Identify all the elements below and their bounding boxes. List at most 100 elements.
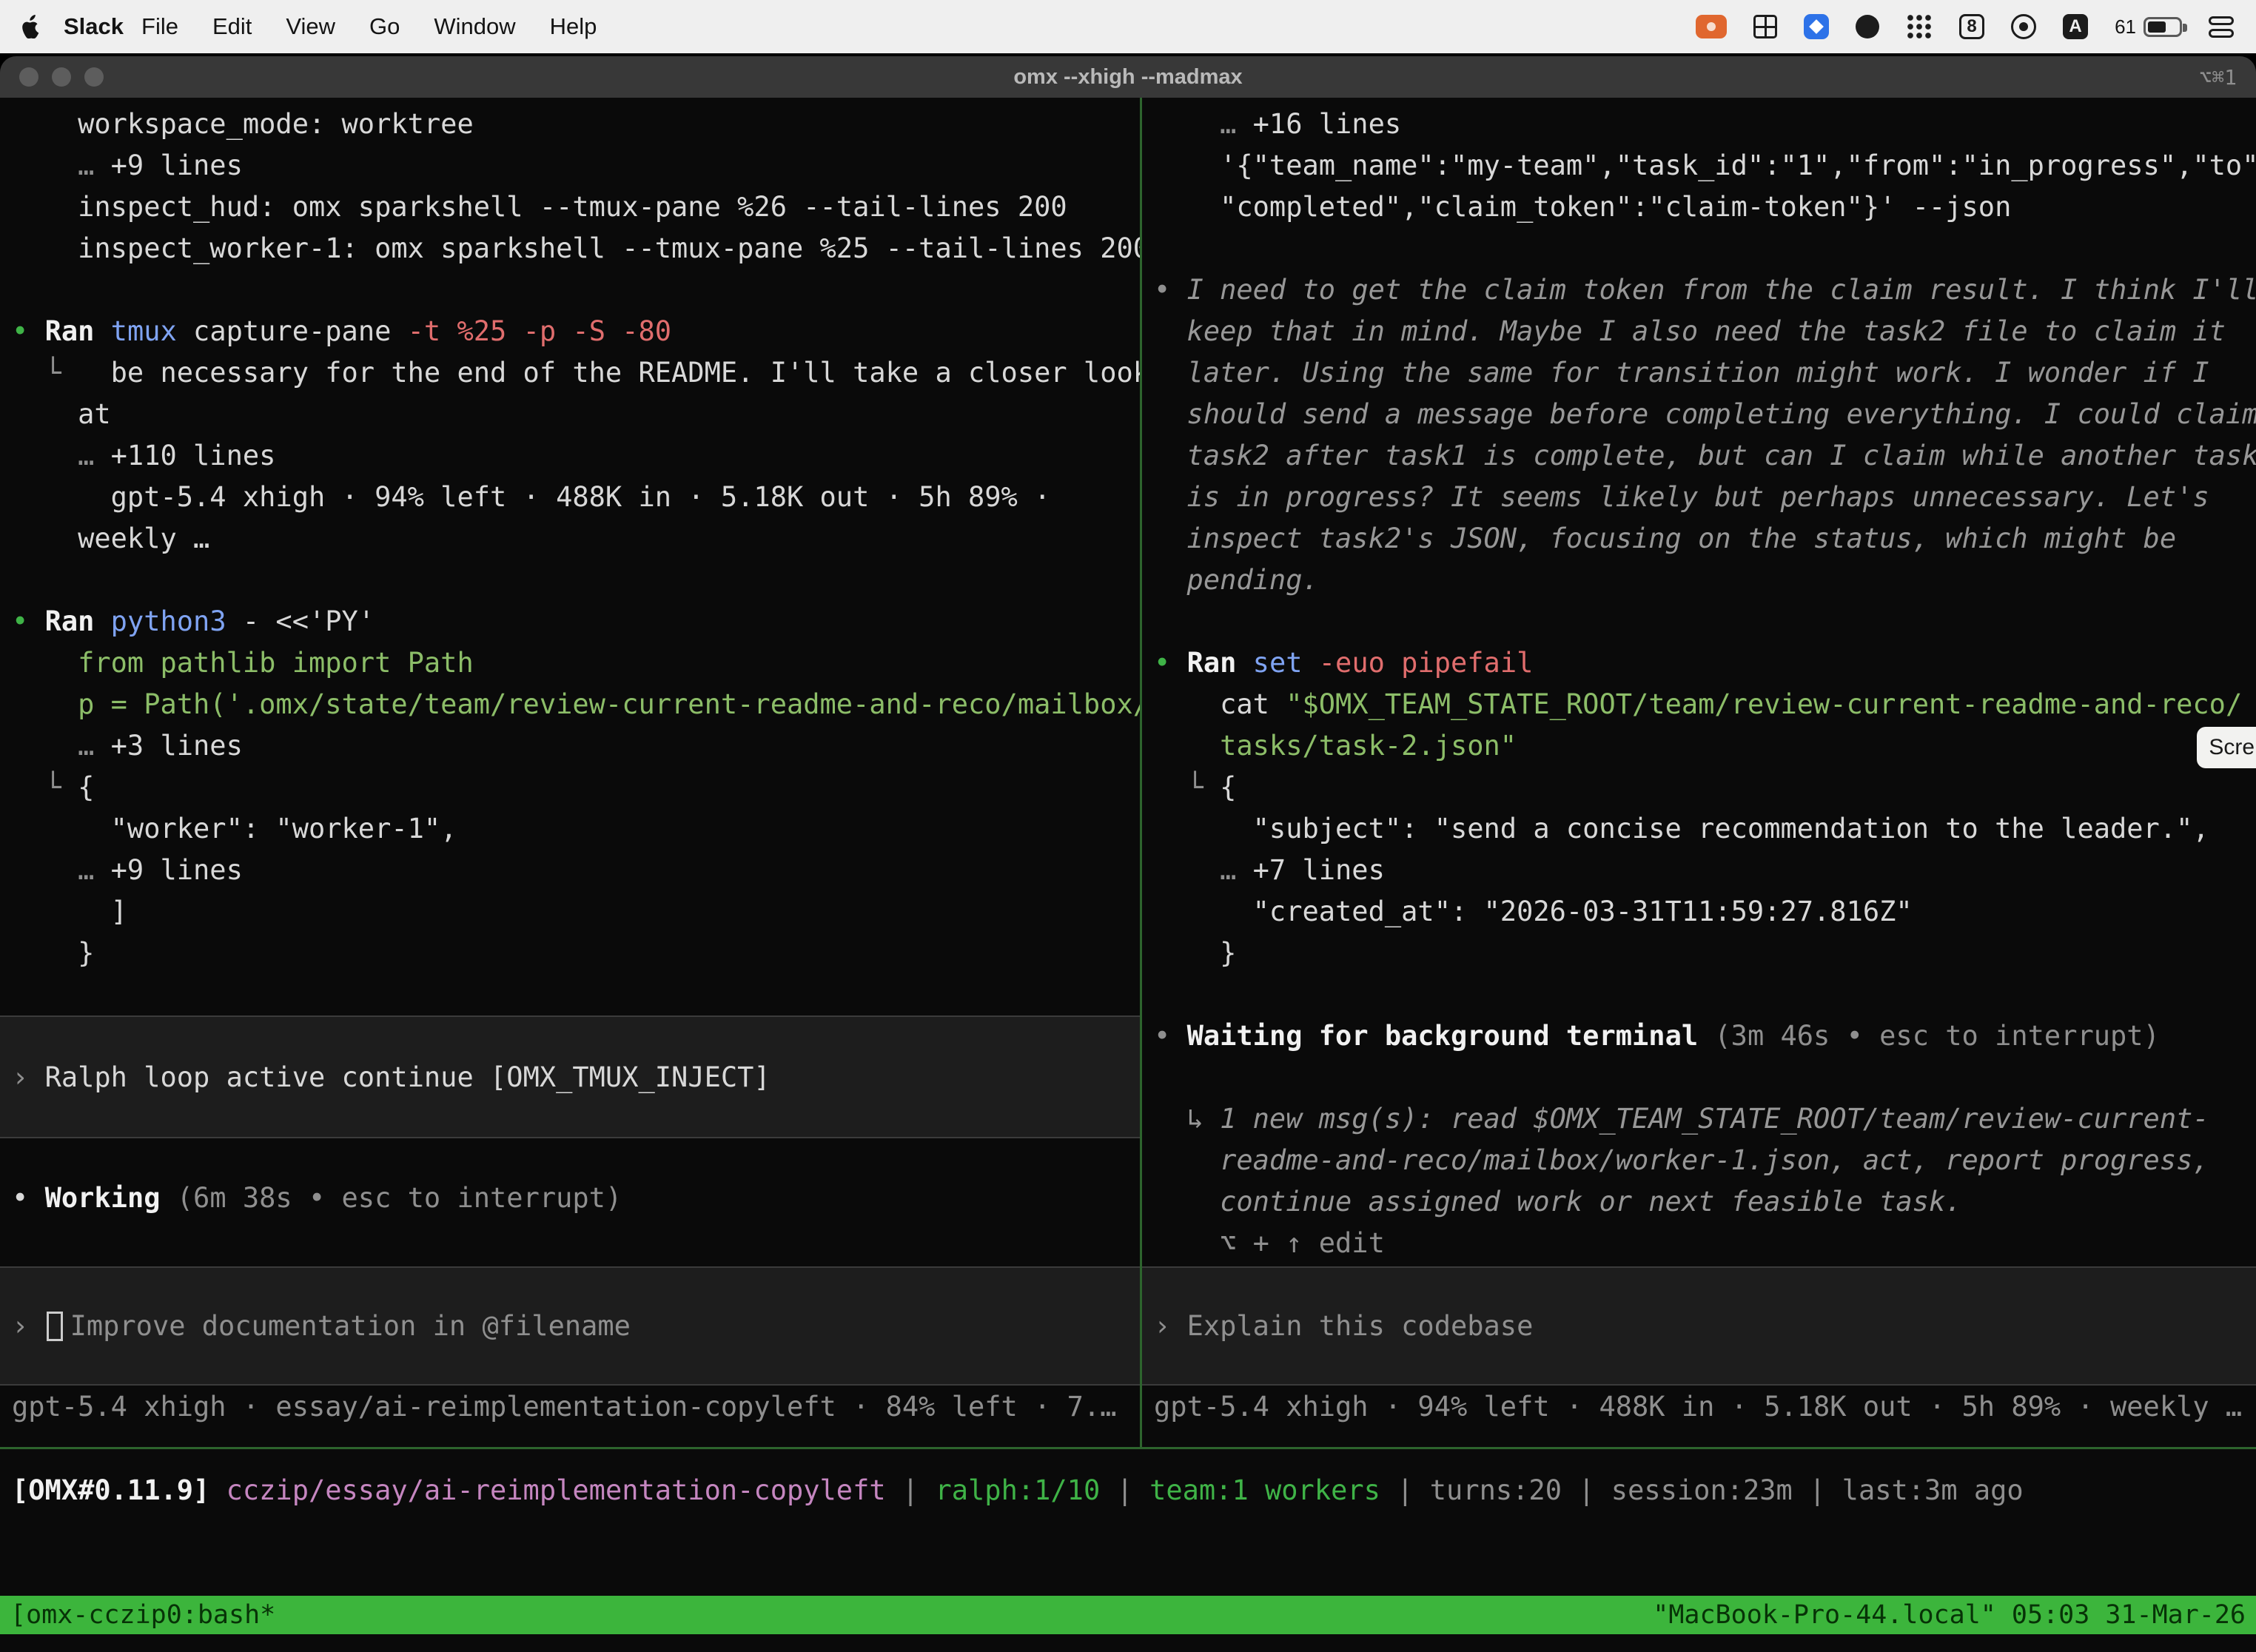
apple-icon — [22, 15, 41, 38]
terminal-line: ⌥ + ↑ edit — [1154, 1223, 2256, 1264]
text-segment: task2 after task1 is complete, but can I… — [1154, 440, 2256, 471]
terminal-line: } — [1154, 933, 2256, 974]
text-segment: Ran — [1187, 647, 1237, 679]
text-segment: at — [12, 398, 111, 430]
menu-item-edit[interactable]: Edit — [212, 13, 252, 40]
model-status-left: gpt-5.4 xhigh · essay/ai-reimplementatio… — [12, 1386, 1116, 1428]
text-segment: Ran — [45, 315, 95, 347]
text-segment: set — [1253, 647, 1303, 679]
text-segment: p = Path('.omx/state/team/review-current… — [12, 688, 1140, 720]
text-segment: • — [1154, 647, 1187, 679]
text-segment: inspect_worker-1: omx sparkshell --tmux-… — [12, 232, 1140, 264]
battery-percent: 61 — [2115, 16, 2136, 38]
terminal-line: inspect_hud: omx sparkshell --tmux-pane … — [12, 187, 1140, 228]
camera-lens — [2019, 22, 2028, 31]
blue-app-icon[interactable] — [1804, 14, 1829, 39]
inject-banner: › Ralph loop active continue [OMX_TMUX_I… — [0, 1015, 1140, 1138]
menu-item-file[interactable]: File — [141, 13, 178, 40]
terminal-line — [1154, 601, 2256, 642]
terminal-window: omx --xhigh --madmax ⌥⌘1 workspace_mode:… — [0, 56, 2256, 1652]
text-segment: ralph:1/10 — [935, 1474, 1100, 1506]
text-segment: +110 lines — [111, 440, 276, 471]
tmux-pane-right[interactable]: … +16 lines '{"team_name":"my-team","tas… — [1142, 98, 2256, 1447]
text-segment: … — [1154, 854, 1253, 886]
camera-icon[interactable] — [2011, 14, 2036, 39]
battery-indicator[interactable]: 61 — [2115, 16, 2182, 38]
grid-icon[interactable] — [1753, 15, 1777, 38]
terminal-line: … +16 lines — [1154, 104, 2256, 145]
text-segment: tasks/task-2.json" — [1154, 730, 1517, 762]
text-segment: } — [12, 937, 94, 969]
app-badge-8-icon[interactable]: 8 — [1959, 14, 1984, 39]
text-segment: … — [12, 440, 111, 471]
menu-item-window[interactable]: Window — [434, 13, 515, 40]
terminal-line: should send a message before completing … — [1154, 394, 2256, 435]
omx-status-bar: [OMX#0.11.9] cczip/essay/ai-reimplementa… — [12, 1470, 2024, 1511]
terminal-line: later. Using the same for transition mig… — [1154, 352, 2256, 394]
terminal-line: └ { — [1154, 767, 2256, 808]
terminal-line: readme-and-reco/mailbox/worker-1.json, a… — [1154, 1140, 2256, 1181]
dark-app-icon[interactable] — [1856, 15, 1879, 38]
prompt-input-left[interactable]: › Improve documentation in @filename — [0, 1266, 1140, 1386]
text-segment: Ran — [45, 605, 95, 637]
text-segment: • — [12, 1182, 45, 1214]
text-segment: • — [1154, 1020, 1187, 1052]
window-titlebar[interactable]: omx --xhigh --madmax ⌥⌘1 — [0, 56, 2256, 98]
apple-menu[interactable] — [22, 15, 41, 38]
terminal-line: p = Path('.omx/state/team/review-current… — [12, 684, 1140, 725]
input-source-icon[interactable]: A — [2063, 14, 2088, 39]
text-segment: "subject": "send a concise recommendatio… — [1154, 813, 2209, 845]
text-segment: keep that in mind. Maybe I also need the… — [1154, 315, 2226, 347]
terminal-line: inspect_worker-1: omx sparkshell --tmux-… — [12, 228, 1140, 269]
terminal-content[interactable]: workspace_mode: worktree … +9 lines insp… — [0, 98, 2256, 1449]
text-segment: inspect_hud: omx sparkshell --tmux-pane … — [12, 191, 1067, 223]
text-segment: ] — [12, 896, 127, 927]
text-segment: • — [1154, 274, 1187, 306]
text-segment: cat — [1154, 688, 1286, 720]
tmux-host-clock: "MacBook-Pro-44.local" 05:03 31-Mar-26 — [1653, 1600, 2246, 1630]
control-center-icon[interactable] — [2209, 16, 2234, 38]
menu-item-view[interactable]: View — [286, 13, 335, 40]
terminal-output-left: workspace_mode: worktree … +9 lines insp… — [12, 104, 1140, 974]
menu-app-name[interactable]: Slack — [64, 13, 124, 40]
menu-item-go[interactable]: Go — [369, 13, 400, 40]
text-segment: -euo pipefail — [1319, 647, 1534, 679]
terminal-line: '{"team_name":"my-team","task_id":"1","f… — [1154, 145, 2256, 187]
tmux-session-label[interactable]: [omx-cczip0:bash* — [10, 1600, 275, 1630]
text-segment: { — [1220, 771, 1236, 803]
terminal-line: } — [12, 933, 1140, 974]
recording-dot — [1707, 22, 1716, 31]
text-segment: › — [12, 1310, 45, 1342]
text-segment: '{"team_name":"my-team","task_id":"1","f… — [1154, 150, 2256, 181]
screen-recording-icon[interactable] — [1696, 15, 1727, 38]
text-segment: capture-pane — [177, 315, 408, 347]
terminal-line: • Ran tmux capture-pane -t %25 -p -S -80 — [12, 311, 1140, 352]
text-segment: … — [12, 854, 111, 886]
text-segment: (3m 46s • esc to interrupt) — [1698, 1020, 2160, 1052]
text-segment: weekly … — [12, 523, 209, 554]
terminal-line: └ { — [12, 767, 1140, 808]
terminal-line: ] — [12, 891, 1140, 933]
terminal-line: inspect task2's JSON, focusing on the st… — [1154, 518, 2256, 560]
terminal-line: ↳ 1 new msg(s): read $OMX_TEAM_STATE_ROO… — [1154, 1098, 2256, 1140]
text-segment: I need to get the claim token from the c… — [1187, 274, 2256, 306]
terminal-line: at — [12, 394, 1140, 435]
apps-grid-icon[interactable] — [1906, 13, 1933, 40]
terminal-line: "worker": "worker-1", — [12, 808, 1140, 850]
terminal-line: pending. — [1154, 560, 2256, 601]
tmux-status-bar: [omx-cczip0:bash* "MacBook-Pro-44.local"… — [0, 1596, 2256, 1634]
terminal-line — [1154, 228, 2256, 269]
text-segment: - <<'PY' — [226, 605, 375, 637]
text-segment: gpt-5.4 xhigh · 94% left · 488K in · 5.1… — [12, 481, 1050, 513]
tmux-pane-left[interactable]: workspace_mode: worktree … +9 lines insp… — [0, 98, 1140, 1447]
menu-item-help[interactable]: Help — [550, 13, 597, 40]
terminal-line: … +9 lines — [12, 145, 1140, 187]
text-segment: └ — [1154, 771, 1220, 803]
text-segment: Working — [45, 1182, 161, 1214]
prompt-input-right[interactable]: › Explain this codebase — [1142, 1266, 2256, 1386]
terminal-line: tasks/task-2.json" — [1154, 725, 2256, 767]
text-segment: | — [886, 1474, 936, 1506]
terminal-output-right: … +16 lines '{"team_name":"my-team","tas… — [1154, 104, 2256, 1264]
terminal-line: task2 after task1 is complete, but can I… — [1154, 435, 2256, 477]
text-segment: "created_at": "2026-03-31T11:59:27.816Z" — [1154, 896, 1913, 927]
